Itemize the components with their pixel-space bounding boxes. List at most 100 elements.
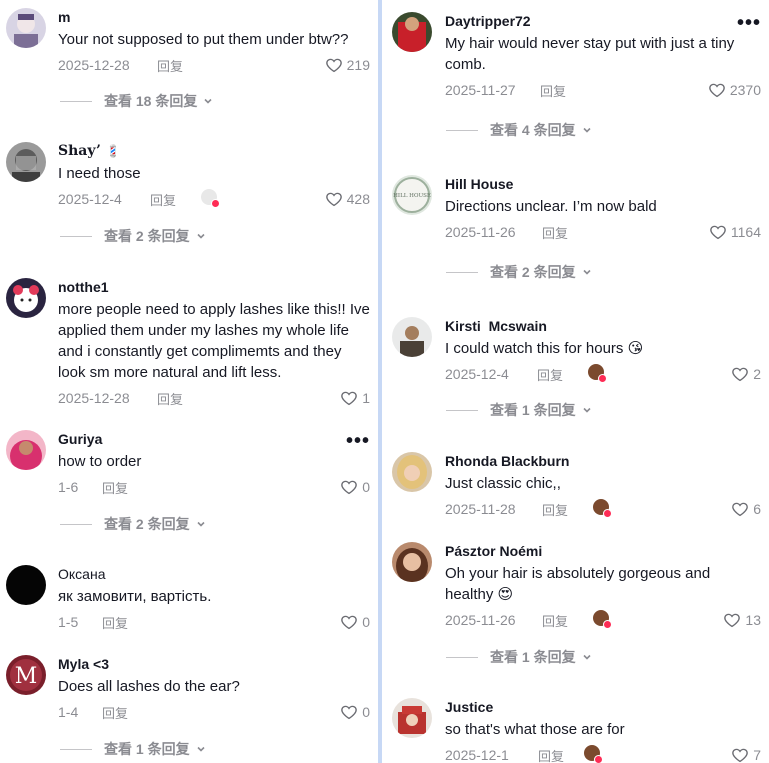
avatar[interactable]: HILL HOUSE — [392, 175, 432, 215]
avatar[interactable] — [392, 12, 432, 52]
reply-button[interactable]: 回复 — [102, 478, 128, 497]
like-button[interactable]: 2 — [731, 365, 761, 383]
like-button[interactable]: 0 — [340, 703, 370, 721]
avatar[interactable] — [392, 317, 432, 357]
avatar[interactable] — [6, 565, 46, 605]
comment-text: more people need to apply lashes like th… — [58, 301, 370, 381]
divider-line — [446, 656, 478, 658]
view-replies-button[interactable]: 查看 1 条回复 — [60, 739, 206, 759]
reply-button[interactable]: 回复 — [157, 389, 183, 408]
reply-button[interactable]: 回复 — [157, 56, 183, 75]
like-count: 1 — [362, 390, 370, 406]
comment-date: 2025-12-4 — [58, 191, 122, 207]
avatar[interactable] — [392, 542, 432, 582]
view-replies-button[interactable]: 查看 4 条回复 — [446, 120, 592, 140]
like-button[interactable]: 7 — [731, 746, 761, 763]
username[interactable]: Myla <3 — [58, 655, 370, 674]
reply-button[interactable]: 回复 — [542, 500, 568, 519]
like-button[interactable]: 6 — [731, 500, 761, 518]
username[interactable]: Justice — [445, 698, 761, 717]
avatar[interactable] — [6, 142, 46, 182]
comment-body: Pásztor Noémi Oh your hair is absolutely… — [445, 542, 761, 631]
comment-body: Shay’ 💈 I need those 2025-12-4 回复 428 — [58, 142, 370, 210]
view-replies-label: 查看 4 条回复 — [490, 122, 576, 138]
reply-button[interactable]: 回复 — [150, 190, 176, 209]
view-replies-button[interactable]: 查看 2 条回复 — [60, 226, 206, 246]
comment-body: Guriya how to order 1-6 回复 0 — [58, 430, 370, 498]
chevron-down-icon — [204, 98, 212, 104]
avatar[interactable] — [392, 452, 432, 492]
comment-text: Directions unclear. I’m now bald — [445, 198, 657, 215]
comment-meta: 2025-12-1 回复 7 — [445, 744, 761, 763]
avatar[interactable] — [392, 698, 432, 738]
view-replies-button[interactable]: 查看 1 条回复 — [446, 400, 592, 420]
comment-text: I could watch this for hours 😘 — [445, 340, 644, 357]
comment-meta: 2025-11-26 回复 13 — [445, 609, 761, 631]
like-button[interactable]: 2370 — [708, 81, 761, 99]
creator-liked-avatar — [593, 610, 612, 629]
divider-line — [60, 748, 92, 750]
chevron-down-icon — [197, 233, 205, 239]
comment-meta: 2025-11-27 回复 2370 — [445, 79, 761, 101]
view-replies-button[interactable]: 查看 18 条回复 — [60, 91, 213, 111]
like-button[interactable]: 428 — [325, 190, 370, 208]
comment-text: як замовити, вартість. — [58, 588, 212, 605]
heart-badge-icon — [598, 374, 607, 383]
like-button[interactable]: 219 — [325, 56, 370, 74]
username[interactable]: Shay’ 💈 — [58, 142, 370, 161]
view-replies-button[interactable]: 查看 2 条回复 — [60, 514, 206, 534]
username[interactable]: Kirsti Mcswain — [445, 317, 761, 336]
comment-text: I need those — [58, 165, 141, 182]
username[interactable]: m — [58, 8, 370, 27]
username[interactable]: Rhonda Blackburn — [445, 452, 761, 471]
comment-meta: 2025-12-4 回复 2 — [445, 363, 761, 385]
username[interactable]: Оксана — [58, 565, 370, 584]
reply-button[interactable]: 回复 — [542, 611, 568, 630]
username[interactable]: Daytripper72 — [445, 12, 761, 31]
divider-line — [446, 271, 478, 273]
comment-meta: 1-4 回复 0 — [58, 701, 370, 723]
creator-liked-avatar — [201, 189, 220, 208]
creator-liked-avatar — [593, 499, 612, 518]
comment-text: how to order — [58, 453, 142, 470]
reply-button[interactable]: 回复 — [102, 703, 128, 722]
chevron-down-icon — [583, 269, 591, 275]
like-button[interactable]: 13 — [723, 611, 761, 629]
avatar[interactable] — [6, 278, 46, 318]
like-button[interactable]: 1 — [340, 389, 370, 407]
like-count: 6 — [753, 501, 761, 517]
view-replies-button[interactable]: 查看 2 条回复 — [446, 262, 592, 282]
avatar[interactable] — [6, 8, 46, 48]
divider-line — [60, 100, 92, 102]
comment-date: 1-5 — [58, 614, 79, 630]
reply-button[interactable]: 回复 — [542, 223, 568, 242]
reply-button[interactable]: 回复 — [540, 81, 566, 100]
view-replies-label: 查看 1 条回复 — [104, 741, 190, 757]
like-button[interactable]: 1164 — [709, 223, 761, 241]
username[interactable]: notthe1 — [58, 278, 370, 297]
reply-button[interactable]: 回复 — [538, 746, 564, 763]
comment-body: Hill House Directions unclear. I’m now b… — [445, 175, 761, 243]
view-replies-label: 查看 1 条回复 — [490, 402, 576, 418]
like-count: 2370 — [729, 82, 761, 98]
avatar-letter: M — [15, 664, 38, 689]
view-replies-button[interactable]: 查看 1 条回复 — [446, 647, 592, 667]
avatar[interactable] — [6, 430, 46, 470]
reply-button[interactable]: 回复 — [537, 365, 563, 384]
username[interactable]: Guriya — [58, 430, 370, 449]
like-button[interactable]: 0 — [340, 478, 370, 496]
comment-body: Justice so that's what those are for 202… — [445, 698, 761, 763]
comment-body: Daytripper72 My hair would never stay pu… — [445, 12, 761, 101]
barber-pole-emoji: 💈 — [105, 144, 121, 158]
avatar[interactable]: M — [6, 655, 46, 695]
reply-button[interactable]: 回复 — [102, 613, 128, 632]
comment-meta: 2025-12-28 回复 1 — [58, 387, 370, 409]
username[interactable]: Hill House — [445, 175, 761, 194]
like-button[interactable]: 0 — [340, 613, 370, 631]
like-count: 2 — [753, 366, 761, 382]
comment-date: 2025-12-4 — [445, 366, 509, 382]
view-replies-label: 查看 18 条回复 — [104, 93, 198, 109]
comment-date: 1-4 — [58, 704, 79, 720]
comment-date: 2025-11-28 — [445, 501, 516, 517]
username[interactable]: Pásztor Noémi — [445, 542, 761, 561]
